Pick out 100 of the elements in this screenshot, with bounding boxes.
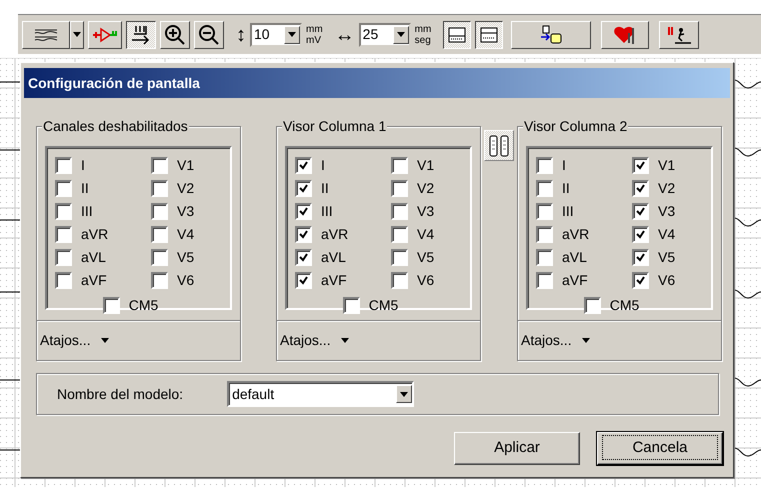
checkbox-label: I bbox=[321, 156, 325, 175]
dialog-button[interactable]: Cancela bbox=[597, 432, 723, 465]
checkbox-label: aVL bbox=[321, 248, 346, 267]
checkbox[interactable] bbox=[55, 226, 72, 243]
unit-label: seg bbox=[414, 34, 432, 46]
checkbox[interactable] bbox=[55, 180, 72, 197]
checkbox-label: III bbox=[321, 202, 333, 221]
caret-icon bbox=[396, 32, 405, 37]
checkbox-label: II bbox=[81, 179, 89, 198]
checkbox[interactable] bbox=[391, 157, 408, 174]
checkbox-label: aVR bbox=[321, 225, 348, 244]
checkbox[interactable] bbox=[151, 203, 168, 220]
toolbar-button[interactable] bbox=[443, 20, 472, 48]
checkbox-label: V2 bbox=[658, 179, 676, 198]
model-label: Nombre del modelo: bbox=[57, 384, 184, 404]
dialog-button[interactable]: Aplicar bbox=[454, 432, 580, 465]
checkbox-label: CM5 bbox=[368, 296, 398, 315]
checkbox[interactable] bbox=[632, 272, 649, 289]
checkbox-label: V3 bbox=[658, 202, 676, 221]
amplifier-icon bbox=[92, 26, 118, 42]
checkbox-label: II bbox=[321, 179, 329, 198]
spin-field[interactable]: 10 bbox=[250, 22, 302, 46]
checkbox-label: V3 bbox=[417, 202, 434, 221]
model-combo[interactable]: default bbox=[227, 381, 414, 407]
checkbox[interactable] bbox=[536, 203, 553, 220]
unit-label: mV bbox=[306, 34, 322, 46]
checkbox-label: I bbox=[81, 156, 85, 175]
checkbox[interactable] bbox=[536, 249, 553, 266]
checkbox-label: V1 bbox=[658, 156, 676, 175]
checkbox-label: aVF bbox=[81, 271, 107, 290]
treadmill-icon bbox=[667, 24, 692, 44]
spin-field[interactable]: 25 bbox=[358, 22, 411, 46]
layout-icon bbox=[448, 26, 466, 42]
checkbox[interactable] bbox=[391, 226, 408, 243]
unit-label: mm bbox=[306, 24, 323, 34]
toolbar-button[interactable] bbox=[126, 20, 156, 48]
checkbox[interactable] bbox=[151, 180, 168, 197]
layout-icon bbox=[480, 26, 498, 42]
caret-icon bbox=[100, 338, 109, 343]
shortcuts-menu[interactable]: Atajos... bbox=[521, 330, 590, 351]
checkbox[interactable] bbox=[342, 297, 360, 314]
printer-icon bbox=[539, 24, 564, 44]
checkbox[interactable] bbox=[295, 157, 312, 174]
checkbox[interactable] bbox=[632, 249, 649, 266]
zoom-out-icon bbox=[198, 24, 220, 46]
checkbox[interactable] bbox=[632, 180, 649, 197]
checkbox-label: aVL bbox=[81, 248, 106, 267]
checkbox[interactable] bbox=[391, 272, 408, 289]
checkbox[interactable] bbox=[536, 157, 553, 174]
checkbox-label: CM5 bbox=[128, 296, 158, 315]
checkbox[interactable] bbox=[55, 203, 72, 220]
checkbox-label: V4 bbox=[658, 225, 676, 244]
shortcuts-menu[interactable]: Atajos... bbox=[40, 330, 109, 351]
toolbar-button[interactable] bbox=[475, 20, 504, 48]
checkbox-label: aVR bbox=[81, 225, 108, 244]
checkbox-label: aVR bbox=[562, 225, 590, 244]
checkbox[interactable] bbox=[55, 272, 72, 289]
checkbox[interactable] bbox=[295, 249, 312, 266]
checkbox-label: V6 bbox=[658, 271, 676, 290]
shortcuts-menu[interactable]: Atajos... bbox=[280, 330, 349, 351]
checkbox[interactable] bbox=[102, 297, 120, 314]
checkbox[interactable] bbox=[632, 157, 649, 174]
group-title: Visor Columna 1 bbox=[282, 118, 388, 134]
checkbox[interactable] bbox=[151, 226, 168, 243]
checkbox[interactable] bbox=[151, 249, 168, 266]
checkbox-label: CM5 bbox=[610, 296, 640, 315]
checkbox[interactable] bbox=[632, 203, 649, 220]
group-title: Visor Columna 2 bbox=[523, 118, 628, 134]
checkbox[interactable] bbox=[151, 157, 168, 174]
checkbox[interactable] bbox=[55, 249, 72, 266]
checkbox[interactable] bbox=[295, 272, 312, 289]
checkbox[interactable] bbox=[391, 180, 408, 197]
checkbox-label: I bbox=[562, 156, 566, 175]
caret-icon bbox=[582, 338, 590, 343]
caret-icon bbox=[340, 338, 349, 343]
checkbox[interactable] bbox=[391, 203, 408, 220]
checkbox-label: V2 bbox=[417, 179, 434, 198]
checkbox-label: V5 bbox=[177, 248, 194, 267]
checkbox[interactable] bbox=[584, 297, 601, 314]
checkbox[interactable] bbox=[536, 226, 553, 243]
checkbox-label: aVL bbox=[562, 248, 587, 267]
checkbox[interactable] bbox=[632, 226, 649, 243]
checkbox[interactable] bbox=[391, 249, 408, 266]
checkbox-label: V6 bbox=[177, 271, 194, 290]
window-title: Configuración de pantalla bbox=[24, 68, 730, 98]
checkbox[interactable] bbox=[536, 180, 553, 197]
checkbox-label: V2 bbox=[177, 179, 194, 198]
checkbox[interactable] bbox=[295, 226, 312, 243]
checkbox[interactable] bbox=[151, 272, 168, 289]
checkbox[interactable] bbox=[295, 180, 312, 197]
columns-button[interactable] bbox=[484, 130, 514, 161]
group-title: Canales deshabilitados bbox=[42, 118, 189, 134]
checkbox-label: V4 bbox=[417, 225, 434, 244]
dropdown-button[interactable] bbox=[70, 20, 84, 48]
unit-label: mm bbox=[414, 24, 432, 34]
checkbox[interactable] bbox=[295, 203, 312, 220]
caret-icon bbox=[73, 32, 81, 37]
checkbox[interactable] bbox=[536, 272, 553, 289]
checkbox[interactable] bbox=[55, 157, 72, 174]
checkbox-label: aVF bbox=[562, 271, 588, 290]
